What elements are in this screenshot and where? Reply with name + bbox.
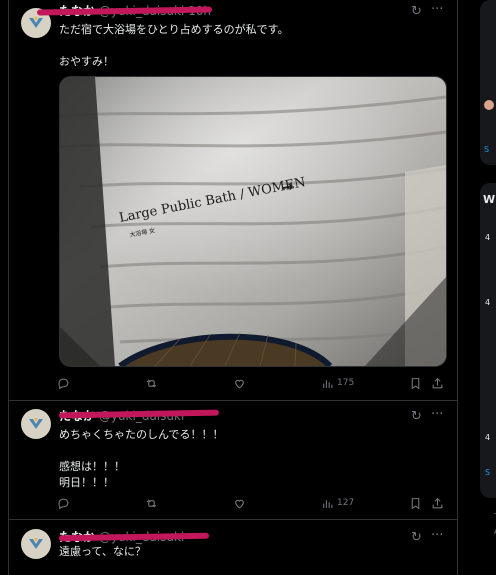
views-count: 127 [337, 498, 355, 508]
views-button[interactable]: 127 [321, 493, 354, 513]
tweet[interactable]: たなか @yuki_daisuki ↻ ··· 遠慮って、なに？ [9, 520, 457, 575]
trends-card[interactable]: W 4 4 4 S [480, 183, 496, 498]
share-button[interactable] [431, 493, 444, 513]
views-icon [323, 499, 333, 508]
views-icon [323, 379, 333, 388]
bookmark-icon [411, 497, 420, 509]
trends-show-more-link[interactable]: S [485, 468, 490, 477]
avatar[interactable] [21, 529, 51, 559]
tweet[interactable]: たなか @yuki_daisuki 10h ↻ ··· ただ宿で大浴場をひとり占… [9, 0, 457, 401]
timeline-feed: たなか @yuki_daisuki 10h ↻ ··· ただ宿で大浴場をひとり占… [8, 0, 458, 575]
tweet-actions: 127 [49, 493, 453, 513]
trend-item[interactable]: 4 [485, 233, 490, 242]
trends-heading: W [483, 193, 496, 206]
grok-icon[interactable]: ↻ [411, 409, 422, 424]
share-icon [432, 497, 443, 508]
tweet-image[interactable]: Large Public Bath / WOMEN 大浴場 女 → [59, 76, 447, 367]
retweet-icon [146, 378, 157, 388]
more-icon[interactable]: ··· [431, 2, 443, 17]
heart-icon [235, 379, 244, 388]
bath-sign-photo: Large Public Bath / WOMEN 大浴場 女 → [60, 77, 446, 366]
bookmark-icon [411, 377, 420, 389]
tweet-text: ただ宿で大浴場をひとり占めするのが私です。 おやすみ！ [59, 23, 289, 68]
bookmark-button[interactable] [409, 373, 422, 393]
like-button[interactable] [233, 493, 246, 513]
retweet-button[interactable] [145, 373, 158, 393]
share-icon [432, 377, 443, 388]
avatar[interactable] [21, 409, 51, 439]
reply-button[interactable] [57, 373, 70, 393]
more-icon[interactable]: ··· [431, 407, 443, 422]
sidebar-avatar [484, 100, 494, 110]
reply-button[interactable] [57, 493, 70, 513]
avatar-logo-icon [29, 418, 43, 429]
heart-icon [235, 499, 244, 508]
reply-icon [58, 498, 69, 509]
trend-item[interactable]: 4 [485, 433, 490, 442]
views-button[interactable]: 175 [321, 373, 354, 393]
sidebar-card[interactable]: S [480, 0, 496, 165]
tweet[interactable]: たなか @yuki_daisuki ↻ ··· めちゃくちゃたのしんでる！！！ … [9, 401, 457, 520]
tweet-text: めちゃくちゃたのしんでる！！！ 感想は！！！ 明日！！！ [59, 428, 224, 489]
avatar-logo-icon [29, 538, 43, 549]
like-button[interactable] [233, 373, 246, 393]
more-icon[interactable]: ··· [431, 528, 443, 543]
tweet-text: 遠慮って、なに？ [59, 545, 146, 558]
views-count: 175 [337, 378, 355, 388]
grok-icon[interactable]: ↻ [411, 530, 422, 545]
share-button[interactable] [431, 373, 444, 393]
grok-icon[interactable]: ↻ [411, 4, 422, 19]
bookmark-button[interactable] [409, 493, 422, 513]
retweet-icon [146, 498, 157, 508]
tweet-actions: 175 [49, 373, 453, 393]
sidebar-show-more-link[interactable]: S [484, 145, 489, 154]
reply-icon [58, 378, 69, 389]
retweet-button[interactable] [145, 493, 158, 513]
avatar-logo-icon [29, 17, 43, 28]
trend-item[interactable]: 4 [485, 298, 490, 307]
